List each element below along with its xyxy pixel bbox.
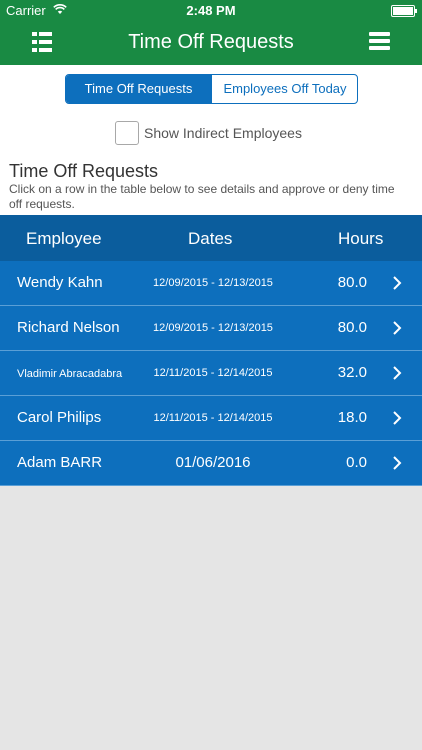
chevron-right-icon (393, 366, 402, 380)
hours-value: 0.0 (346, 454, 367, 471)
request-list: Wendy Kahn 12/09/2015 - 12/13/2015 80.0 … (0, 261, 422, 486)
table-row[interactable]: Richard Nelson 12/09/2015 - 12/13/2015 8… (0, 306, 422, 351)
employee-name: Vladimir Abracadabra (17, 368, 123, 380)
hours-value: 80.0 (337, 274, 367, 291)
clock: 2:48 PM (186, 3, 236, 18)
employee-name: Richard Nelson (17, 319, 120, 336)
table-row[interactable]: Wendy Kahn 12/09/2015 - 12/13/2015 80.0 (0, 261, 422, 306)
filter-panel: Time Off Requests Employees Off Today Sh… (0, 65, 422, 215)
table-row[interactable]: Adam BARR 01/06/2016 0.0 (0, 441, 422, 486)
battery-icon (391, 5, 417, 17)
section-description: Click on a row in the table below to see… (9, 182, 395, 211)
indirect-employees-checkbox[interactable] (115, 121, 139, 145)
employee-name: Carol Philips (17, 409, 102, 426)
table-header: Employee Dates Hours (0, 215, 422, 261)
hours-value: 80.0 (337, 319, 367, 336)
view-segmented-control: Time Off Requests Employees Off Today (65, 74, 358, 104)
indirect-employees-filter[interactable]: Show Indirect Employees (115, 121, 302, 145)
date-range: 12/11/2015 - 12/14/2015 (153, 412, 273, 424)
segment-time-off-requests[interactable]: Time Off Requests (66, 75, 211, 103)
date-range: 12/11/2015 - 12/14/2015 (153, 367, 273, 379)
section-title: Time Off Requests (9, 161, 159, 181)
chevron-right-icon (393, 321, 402, 335)
table-row[interactable]: Vladimir Abracadabra 12/11/2015 - 12/14/… (0, 351, 422, 396)
nav-title: Time Off Requests (128, 31, 294, 53)
chevron-right-icon (393, 276, 402, 290)
header-dates: Dates (188, 229, 233, 248)
status-bar: Carrier 2:48 PM (0, 0, 422, 20)
header-employee: Employee (26, 229, 102, 248)
hours-value: 32.0 (337, 364, 367, 381)
indirect-employees-label: Show Indirect Employees (144, 125, 302, 141)
header-hours: Hours (338, 229, 384, 248)
menu-icon[interactable] (369, 32, 390, 51)
employee-name: Adam BARR (17, 454, 103, 471)
hours-value: 18.0 (337, 409, 367, 426)
chevron-right-icon (393, 411, 402, 425)
segment-employees-off-today[interactable]: Employees Off Today (211, 75, 357, 103)
employee-name: Wendy Kahn (17, 274, 103, 291)
date-range: 12/09/2015 - 12/13/2015 (153, 322, 273, 334)
nav-bar: Time Off Requests (0, 20, 422, 65)
chevron-right-icon (393, 456, 402, 470)
table-row[interactable]: Carol Philips 12/11/2015 - 12/14/2015 18… (0, 396, 422, 441)
date-range: 01/06/2016 (175, 454, 251, 471)
date-range: 12/09/2015 - 12/13/2015 (153, 277, 273, 289)
